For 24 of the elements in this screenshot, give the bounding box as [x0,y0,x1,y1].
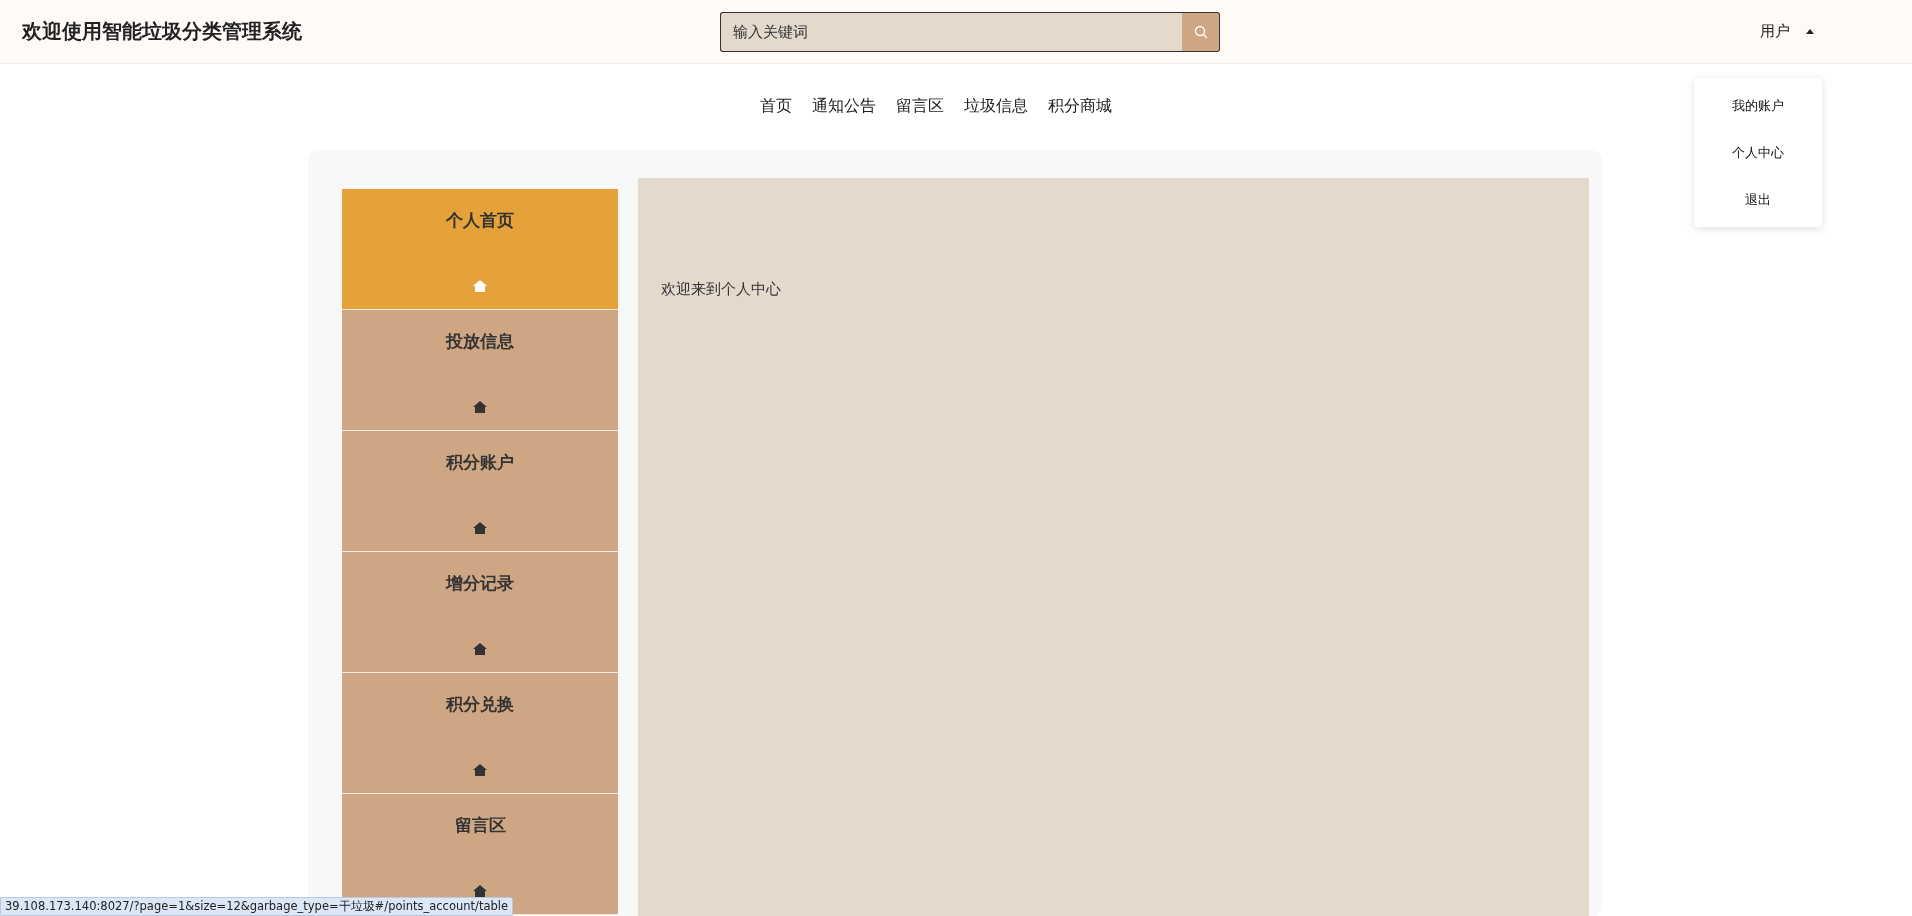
menu-item[interactable]: 个人中心 [1694,129,1822,176]
home-icon [473,401,487,413]
menu-item[interactable]: 退出 [1694,176,1822,223]
home-icon [473,764,487,776]
sidebar-item[interactable]: 投放信息 [342,310,618,431]
status-url: 39.108.173.140:8027/?page=1&size=12&garbage_type=干垃圾#/points_account/table [0,897,513,916]
home-icon [473,522,487,534]
nav-link[interactable]: 首页 [760,95,792,117]
sidebar-item[interactable]: 积分兑换 [342,673,618,794]
sidebar-item[interactable]: 增分记录 [342,552,618,673]
sidebar-item[interactable]: 个人首页 [342,189,618,310]
home-icon [473,280,487,292]
nav-link[interactable]: 通知公告 [812,95,876,117]
welcome-text: 欢迎来到个人中心 [661,280,782,299]
sidebar-item[interactable]: 积分账户 [342,431,618,552]
caret-icon[interactable] [1806,29,1814,34]
menu-item[interactable]: 我的账户 [1694,82,1822,129]
nav-link[interactable]: 垃圾信息 [964,95,1028,117]
nav-link[interactable]: 留言区 [896,95,944,117]
nav-link[interactable]: 积分商城 [1048,95,1112,117]
home-icon [473,643,487,655]
user-menu-toggle[interactable]: 用户 [1760,22,1790,41]
site-title: 欢迎使用智能垃圾分类管理系统 [22,18,303,45]
home-icon [473,885,487,897]
